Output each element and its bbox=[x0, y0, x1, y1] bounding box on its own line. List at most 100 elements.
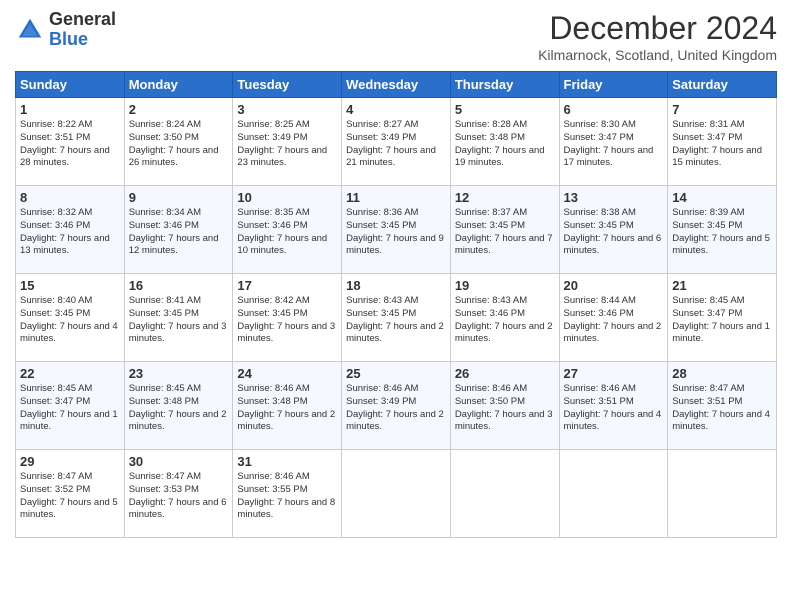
cell-info: Sunrise: 8:47 AM Sunset: 3:51 PM Dayligh… bbox=[672, 383, 772, 434]
daylight-text: Daylight: 7 hours and 8 minutes. bbox=[237, 497, 335, 521]
table-row: 2 Sunrise: 8:24 AM Sunset: 3:50 PM Dayli… bbox=[124, 98, 233, 186]
sunrise-text: Sunrise: 8:46 AM bbox=[237, 471, 309, 482]
daylight-text: Daylight: 7 hours and 4 minutes. bbox=[672, 409, 770, 433]
sunset-text: Sunset: 3:51 PM bbox=[20, 132, 90, 143]
cell-info: Sunrise: 8:40 AM Sunset: 3:45 PM Dayligh… bbox=[20, 295, 120, 346]
sunrise-text: Sunrise: 8:30 AM bbox=[564, 119, 636, 130]
cell-info: Sunrise: 8:39 AM Sunset: 3:45 PM Dayligh… bbox=[672, 207, 772, 258]
sunrise-text: Sunrise: 8:31 AM bbox=[672, 119, 744, 130]
sunrise-text: Sunrise: 8:36 AM bbox=[346, 207, 418, 218]
page-container: General Blue December 2024 Kilmarnock, S… bbox=[0, 0, 792, 612]
table-row: 28 Sunrise: 8:47 AM Sunset: 3:51 PM Dayl… bbox=[668, 362, 777, 450]
sunset-text: Sunset: 3:49 PM bbox=[346, 396, 416, 407]
sunrise-text: Sunrise: 8:25 AM bbox=[237, 119, 309, 130]
logo-icon bbox=[15, 15, 45, 45]
calendar-week-5: 29 Sunrise: 8:47 AM Sunset: 3:52 PM Dayl… bbox=[16, 450, 777, 538]
calendar-header-row: Sunday Monday Tuesday Wednesday Thursday… bbox=[16, 72, 777, 98]
sunset-text: Sunset: 3:46 PM bbox=[564, 308, 634, 319]
cell-info: Sunrise: 8:32 AM Sunset: 3:46 PM Dayligh… bbox=[20, 207, 120, 258]
sunrise-text: Sunrise: 8:24 AM bbox=[129, 119, 201, 130]
sunrise-text: Sunrise: 8:32 AM bbox=[20, 207, 92, 218]
table-row: 31 Sunrise: 8:46 AM Sunset: 3:55 PM Dayl… bbox=[233, 450, 342, 538]
table-row: 6 Sunrise: 8:30 AM Sunset: 3:47 PM Dayli… bbox=[559, 98, 668, 186]
sunset-text: Sunset: 3:45 PM bbox=[564, 220, 634, 231]
logo-blue-text: Blue bbox=[49, 29, 88, 49]
daylight-text: Daylight: 7 hours and 1 minute. bbox=[672, 321, 770, 345]
table-row: 20 Sunrise: 8:44 AM Sunset: 3:46 PM Dayl… bbox=[559, 274, 668, 362]
sunrise-text: Sunrise: 8:45 AM bbox=[20, 383, 92, 394]
daylight-text: Daylight: 7 hours and 5 minutes. bbox=[20, 497, 118, 521]
col-wednesday: Wednesday bbox=[342, 72, 451, 98]
day-number: 31 bbox=[237, 454, 337, 469]
day-number: 25 bbox=[346, 366, 446, 381]
cell-info: Sunrise: 8:46 AM Sunset: 3:48 PM Dayligh… bbox=[237, 383, 337, 434]
col-sunday: Sunday bbox=[16, 72, 125, 98]
day-number: 13 bbox=[564, 190, 664, 205]
cell-info: Sunrise: 8:36 AM Sunset: 3:45 PM Dayligh… bbox=[346, 207, 446, 258]
sunrise-text: Sunrise: 8:44 AM bbox=[564, 295, 636, 306]
sunrise-text: Sunrise: 8:45 AM bbox=[672, 295, 744, 306]
sunset-text: Sunset: 3:47 PM bbox=[672, 132, 742, 143]
sunset-text: Sunset: 3:46 PM bbox=[20, 220, 90, 231]
sunset-text: Sunset: 3:46 PM bbox=[455, 308, 525, 319]
cell-info: Sunrise: 8:31 AM Sunset: 3:47 PM Dayligh… bbox=[672, 119, 772, 170]
daylight-text: Daylight: 7 hours and 10 minutes. bbox=[237, 233, 327, 257]
daylight-text: Daylight: 7 hours and 6 minutes. bbox=[564, 233, 662, 257]
day-number: 7 bbox=[672, 102, 772, 117]
day-number: 2 bbox=[129, 102, 229, 117]
day-number: 27 bbox=[564, 366, 664, 381]
daylight-text: Daylight: 7 hours and 12 minutes. bbox=[129, 233, 219, 257]
table-row: 30 Sunrise: 8:47 AM Sunset: 3:53 PM Dayl… bbox=[124, 450, 233, 538]
cell-info: Sunrise: 8:47 AM Sunset: 3:53 PM Dayligh… bbox=[129, 471, 229, 522]
calendar-week-2: 8 Sunrise: 8:32 AM Sunset: 3:46 PM Dayli… bbox=[16, 186, 777, 274]
sunset-text: Sunset: 3:45 PM bbox=[237, 308, 307, 319]
cell-info: Sunrise: 8:45 AM Sunset: 3:47 PM Dayligh… bbox=[20, 383, 120, 434]
sunrise-text: Sunrise: 8:46 AM bbox=[455, 383, 527, 394]
sunrise-text: Sunrise: 8:43 AM bbox=[455, 295, 527, 306]
cell-info: Sunrise: 8:44 AM Sunset: 3:46 PM Dayligh… bbox=[564, 295, 664, 346]
sunrise-text: Sunrise: 8:39 AM bbox=[672, 207, 744, 218]
table-row: 25 Sunrise: 8:46 AM Sunset: 3:49 PM Dayl… bbox=[342, 362, 451, 450]
daylight-text: Daylight: 7 hours and 9 minutes. bbox=[346, 233, 444, 257]
day-number: 15 bbox=[20, 278, 120, 293]
location-text: Kilmarnock, Scotland, United Kingdom bbox=[538, 47, 777, 63]
day-number: 10 bbox=[237, 190, 337, 205]
table-row: 15 Sunrise: 8:40 AM Sunset: 3:45 PM Dayl… bbox=[16, 274, 125, 362]
sunset-text: Sunset: 3:45 PM bbox=[346, 308, 416, 319]
daylight-text: Daylight: 7 hours and 19 minutes. bbox=[455, 145, 545, 169]
day-number: 20 bbox=[564, 278, 664, 293]
cell-info: Sunrise: 8:42 AM Sunset: 3:45 PM Dayligh… bbox=[237, 295, 337, 346]
day-number: 16 bbox=[129, 278, 229, 293]
daylight-text: Daylight: 7 hours and 1 minute. bbox=[20, 409, 118, 433]
sunset-text: Sunset: 3:48 PM bbox=[129, 396, 199, 407]
col-friday: Friday bbox=[559, 72, 668, 98]
sunset-text: Sunset: 3:47 PM bbox=[20, 396, 90, 407]
daylight-text: Daylight: 7 hours and 23 minutes. bbox=[237, 145, 327, 169]
calendar-week-3: 15 Sunrise: 8:40 AM Sunset: 3:45 PM Dayl… bbox=[16, 274, 777, 362]
table-row: 12 Sunrise: 8:37 AM Sunset: 3:45 PM Dayl… bbox=[450, 186, 559, 274]
sunset-text: Sunset: 3:45 PM bbox=[346, 220, 416, 231]
sunset-text: Sunset: 3:48 PM bbox=[237, 396, 307, 407]
table-row: 9 Sunrise: 8:34 AM Sunset: 3:46 PM Dayli… bbox=[124, 186, 233, 274]
sunset-text: Sunset: 3:47 PM bbox=[672, 308, 742, 319]
table-row: 4 Sunrise: 8:27 AM Sunset: 3:49 PM Dayli… bbox=[342, 98, 451, 186]
table-row: 14 Sunrise: 8:39 AM Sunset: 3:45 PM Dayl… bbox=[668, 186, 777, 274]
sunset-text: Sunset: 3:47 PM bbox=[564, 132, 634, 143]
daylight-text: Daylight: 7 hours and 3 minutes. bbox=[237, 321, 335, 345]
day-number: 6 bbox=[564, 102, 664, 117]
daylight-text: Daylight: 7 hours and 2 minutes. bbox=[346, 409, 444, 433]
page-header: General Blue December 2024 Kilmarnock, S… bbox=[15, 10, 777, 63]
table-row: 24 Sunrise: 8:46 AM Sunset: 3:48 PM Dayl… bbox=[233, 362, 342, 450]
daylight-text: Daylight: 7 hours and 21 minutes. bbox=[346, 145, 436, 169]
sunrise-text: Sunrise: 8:27 AM bbox=[346, 119, 418, 130]
cell-info: Sunrise: 8:45 AM Sunset: 3:48 PM Dayligh… bbox=[129, 383, 229, 434]
sunrise-text: Sunrise: 8:37 AM bbox=[455, 207, 527, 218]
daylight-text: Daylight: 7 hours and 7 minutes. bbox=[455, 233, 553, 257]
daylight-text: Daylight: 7 hours and 2 minutes. bbox=[564, 321, 662, 345]
sunset-text: Sunset: 3:45 PM bbox=[672, 220, 742, 231]
cell-info: Sunrise: 8:38 AM Sunset: 3:45 PM Dayligh… bbox=[564, 207, 664, 258]
sunrise-text: Sunrise: 8:42 AM bbox=[237, 295, 309, 306]
day-number: 8 bbox=[20, 190, 120, 205]
day-number: 30 bbox=[129, 454, 229, 469]
sunset-text: Sunset: 3:55 PM bbox=[237, 484, 307, 495]
